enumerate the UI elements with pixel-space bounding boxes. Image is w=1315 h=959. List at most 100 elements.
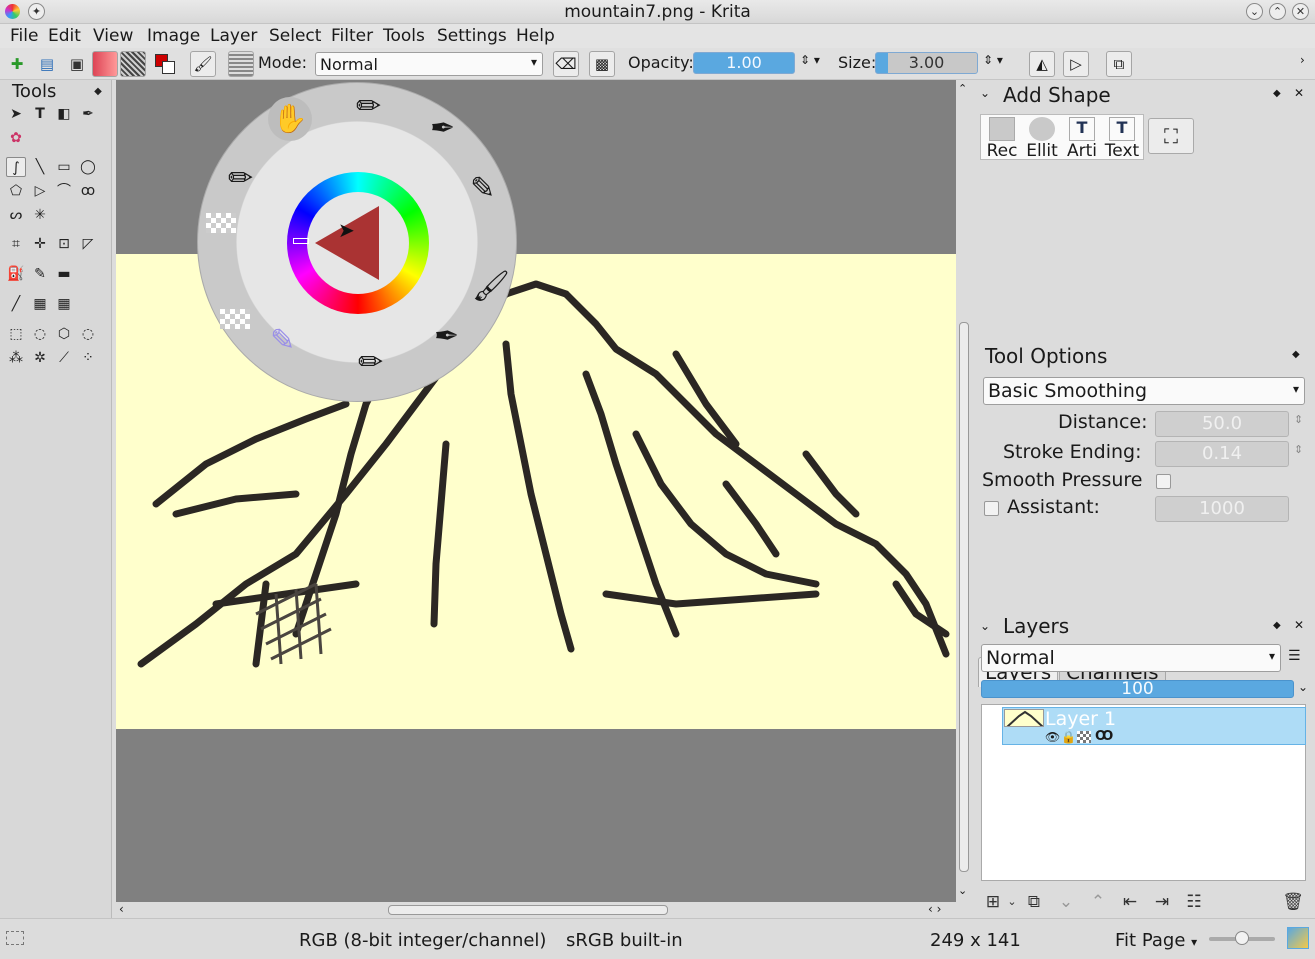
fill-tool-icon[interactable]: ⛽ xyxy=(6,264,26,284)
erase-mode-icon[interactable]: ⌫ xyxy=(553,51,579,77)
dock-close-icon[interactable]: ✕ xyxy=(1294,618,1304,632)
opacity-slider[interactable]: 1.00 xyxy=(693,52,795,74)
brush-preset-slot-icon[interactable]: ✒ xyxy=(430,111,455,146)
brush-preset-slot-icon[interactable] xyxy=(206,213,236,233)
duplicate-layer-icon[interactable]: ⧉ xyxy=(1023,891,1045,913)
collapse-chevron-icon[interactable]: ⌄ xyxy=(980,86,990,100)
menu-tools[interactable]: Tools xyxy=(383,26,425,46)
edit-shapes-tool-icon[interactable]: ◧ xyxy=(54,104,74,124)
brush-preset-slot-icon[interactable]: 🖌 xyxy=(472,269,510,304)
zoom-slider-handle[interactable] xyxy=(1235,931,1249,945)
brush-preset-slot-icon[interactable]: ✋ xyxy=(268,97,312,141)
preserve-alpha-icon[interactable]: ▩ xyxy=(589,51,615,77)
crop-tool-icon[interactable]: ⊡ xyxy=(54,234,74,254)
move-layer-down-icon[interactable]: ⌄ xyxy=(1055,891,1077,913)
maximize-button[interactable]: ⌃ xyxy=(1269,3,1286,20)
polygon-tool-icon[interactable]: ⬠ xyxy=(6,181,26,201)
fill-pattern-button[interactable] xyxy=(228,51,254,77)
spin-arrows-icon[interactable]: ⇕ xyxy=(1294,443,1303,456)
menu-view[interactable]: View xyxy=(93,26,133,46)
add-layer-chevron-icon[interactable]: ⌄ xyxy=(1001,891,1023,913)
size-slider[interactable]: 3.00 xyxy=(875,52,978,74)
mirror-vertical-icon[interactable]: ▷ xyxy=(1063,51,1089,77)
dock-splitter[interactable] xyxy=(976,338,1315,342)
move-tool-icon[interactable]: ✛ xyxy=(30,234,50,254)
scroll-right-icon[interactable]: ‹ › xyxy=(928,902,941,916)
mirror-horizontal-icon[interactable]: ◭ xyxy=(1029,51,1055,77)
bezier-select-tool-icon[interactable]: ⟋ xyxy=(54,348,74,368)
brush-preset-slot-icon[interactable]: ✎ xyxy=(270,323,295,358)
menu-layer[interactable]: Layer xyxy=(210,26,257,46)
stroke-ending-spinbox[interactable]: 0.14 xyxy=(1155,441,1289,467)
shape-rectangle[interactable]: Rec xyxy=(983,115,1021,159)
opacity-spinner-icon[interactable]: ⇕ ▾ xyxy=(800,53,820,67)
color-swap-icon[interactable] xyxy=(152,51,178,77)
perspective-grid-tool-icon[interactable]: ▦ xyxy=(30,294,50,314)
assistant-spinbox[interactable]: 1000 xyxy=(1155,496,1289,522)
layer-row[interactable]: Layer 1 👁 🔒 Ꝏ xyxy=(1002,707,1306,745)
inherit-alpha-icon[interactable]: Ꝏ xyxy=(1095,729,1113,744)
dock-close-icon[interactable]: ✕ xyxy=(1294,86,1304,100)
pattern-edit-tool-icon[interactable]: ✿ xyxy=(6,128,26,148)
menu-edit[interactable]: Edit xyxy=(48,26,81,46)
brush-preset-slot-icon[interactable]: ✒ xyxy=(434,319,459,354)
line-tool-icon[interactable]: ╲ xyxy=(30,157,50,177)
similar-select-tool-icon[interactable]: ✲ xyxy=(30,348,50,368)
gradient-tool-icon[interactable]: ▬ xyxy=(54,264,74,284)
multibrush-tool-icon[interactable]: ✳ xyxy=(30,205,50,225)
freehand-brush-tool-icon[interactable]: ∫ xyxy=(6,157,26,177)
color-picker-tool-icon[interactable]: ✎ xyxy=(30,264,50,284)
popup-palette[interactable]: ✋ ✏ ✒ ✎ 🖌 ✒ ✏ ✎ ✏ ➤ xyxy=(197,82,517,402)
canvas-area[interactable]: ✋ ✏ ✒ ✎ 🖌 ✒ ✏ ✎ ✏ ➤ xyxy=(116,80,956,902)
collapse-chevron-icon[interactable]: ⌄ xyxy=(980,619,990,633)
layer-blend-mode-select[interactable]: Normal ▾ xyxy=(981,644,1281,672)
workspace-chooser-icon[interactable]: ⧉ xyxy=(1106,51,1132,77)
alpha-lock-icon[interactable] xyxy=(1077,731,1091,743)
gradient-preset-button[interactable] xyxy=(92,51,118,77)
distance-spinbox[interactable]: 50.0 xyxy=(1155,411,1289,437)
dock-float-icon[interactable]: ◆ xyxy=(1273,88,1281,99)
toolbar-overflow-icon[interactable]: › xyxy=(1300,53,1305,67)
brush-preset-slot-icon[interactable] xyxy=(220,309,250,329)
menu-settings[interactable]: Settings xyxy=(437,26,507,46)
new-document-icon[interactable]: ✚ xyxy=(4,51,30,77)
polygon-select-tool-icon[interactable]: ⬡ xyxy=(54,324,74,344)
rectangle-tool-icon[interactable]: ▭ xyxy=(54,157,74,177)
horizontal-scroll-thumb[interactable] xyxy=(388,905,668,915)
assistant-checkbox[interactable] xyxy=(984,501,999,516)
zoom-slider[interactable] xyxy=(1209,931,1275,945)
indent-layer-icon[interactable]: ⇤ xyxy=(1119,891,1141,913)
dock-float-icon[interactable]: ◆ xyxy=(1273,620,1281,631)
calligraphy-tool-icon[interactable]: ✒ xyxy=(78,104,98,124)
vertical-scroll-thumb[interactable] xyxy=(959,322,969,872)
shape-text[interactable]: T Text xyxy=(1103,115,1141,159)
grid-tool-icon[interactable]: ▦ xyxy=(54,294,74,314)
outdent-layer-icon[interactable]: ⇥ xyxy=(1151,891,1173,913)
scroll-left-icon[interactable]: ‹ xyxy=(119,902,124,916)
text-tool-icon[interactable]: T xyxy=(30,104,50,124)
minimize-button[interactable]: ⌄ xyxy=(1246,3,1263,20)
dynamic-brush-tool-icon[interactable]: ꝏ xyxy=(78,181,98,201)
rect-select-tool-icon[interactable]: ⬚ xyxy=(6,324,26,344)
layer-opacity-slider[interactable]: 100 xyxy=(981,680,1294,698)
horizontal-scrollbar[interactable]: ‹ ‹ › xyxy=(116,902,956,918)
contiguous-select-tool-icon[interactable]: ⁂ xyxy=(6,348,26,368)
color-wheel[interactable] xyxy=(287,172,429,314)
brush-preset-slot-icon[interactable]: ✎ xyxy=(470,171,495,206)
measure-tool-icon[interactable]: ╱ xyxy=(6,294,26,314)
smooth-pressure-checkbox[interactable] xyxy=(1156,474,1171,489)
smoothing-select[interactable]: Basic Smoothing ▾ xyxy=(983,377,1305,405)
visibility-eye-icon[interactable]: 👁 xyxy=(1045,730,1060,744)
menu-file[interactable]: File xyxy=(10,26,38,46)
delete-layer-icon[interactable]: 🗑 xyxy=(1282,891,1304,913)
blend-mode-select[interactable]: Normal ▾ xyxy=(315,52,543,76)
shape-artistic-text[interactable]: T Arti xyxy=(1063,115,1101,159)
pattern-preset-button[interactable] xyxy=(120,51,146,77)
bezier-tool-icon[interactable]: ⌒ xyxy=(54,181,74,201)
magnetic-select-tool-icon[interactable]: ⁘ xyxy=(78,348,98,368)
outline-select-tool-icon[interactable]: ◌ xyxy=(78,324,98,344)
menu-select[interactable]: Select xyxy=(269,26,321,46)
layer-view-mode-icon[interactable]: ☰ xyxy=(1288,648,1301,664)
brush-preset-slot-icon[interactable]: ✏ xyxy=(228,161,253,196)
spin-arrows-icon[interactable]: ⇕ xyxy=(1294,413,1303,426)
